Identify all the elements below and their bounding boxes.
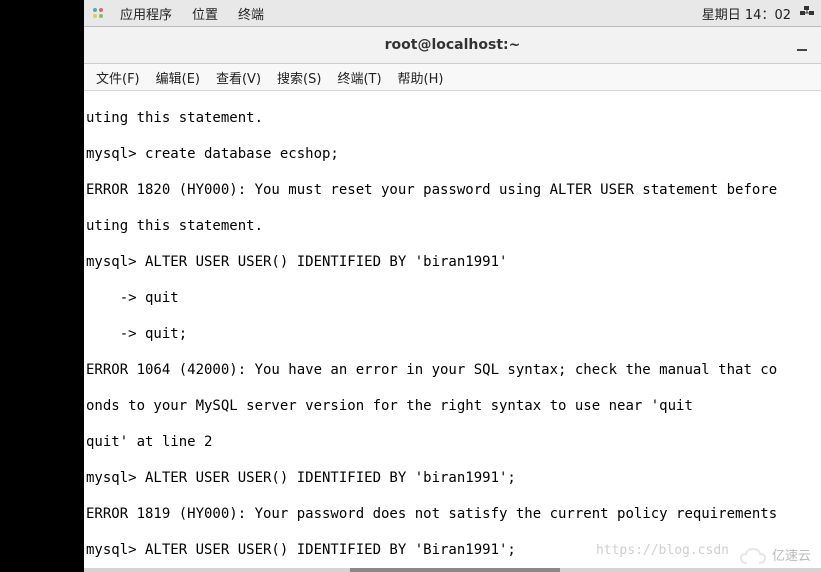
cloud-icon xyxy=(740,548,766,566)
terminal-line: mysql> ALTER USER USER() IDENTIFIED BY '… xyxy=(86,253,819,271)
terminal-line: ERROR 1819 (HY000): Your password does n… xyxy=(86,505,819,523)
menu-view[interactable]: 查看(V) xyxy=(208,68,269,87)
terminal-line: -> quit xyxy=(86,289,819,307)
menu-search[interactable]: 搜索(S) xyxy=(269,68,329,87)
applications-icon xyxy=(90,5,106,21)
terminal-menubar: 文件(F) 编辑(E) 查看(V) 搜索(S) 终端(T) 帮助(H) xyxy=(84,64,821,91)
window-title: root@localhost:~ xyxy=(385,37,521,53)
watermark-url: https://blog.csdn xyxy=(596,542,729,560)
top-panel: 应用程序 位置 终端 星期日 14：02 xyxy=(84,0,821,27)
window-titlebar[interactable]: root@localhost:~ xyxy=(84,27,821,64)
watermark-logo: 亿速云 xyxy=(740,548,811,566)
terminal-output[interactable]: uting this statement. mysql> create data… xyxy=(84,91,821,572)
terminal-line: onds to your MySQL server version for th… xyxy=(86,397,819,415)
terminal-line: uting this statement. xyxy=(86,217,819,235)
menu-terminal-tab[interactable]: 终端(T) xyxy=(329,68,389,87)
terminal-line: -> quit; xyxy=(86,325,819,343)
menu-places[interactable]: 位置 xyxy=(182,4,228,23)
terminal-line: quit' at line 2 xyxy=(86,433,819,451)
terminal-line: uting this statement. xyxy=(86,109,819,127)
terminal-line: mysql> ALTER USER USER() IDENTIFIED BY '… xyxy=(86,469,819,487)
terminal-line: mysql> create database ecshop; xyxy=(86,145,819,163)
menu-applications[interactable]: 应用程序 xyxy=(110,4,182,23)
terminal-line: ERROR 1820 (HY000): You must reset your … xyxy=(86,181,819,199)
scrollbar-horizontal[interactable] xyxy=(84,568,821,572)
clock[interactable]: 星期日 14：02 xyxy=(702,4,791,23)
menu-help[interactable]: 帮助(H) xyxy=(390,68,452,87)
watermark-brand: 亿速云 xyxy=(772,548,811,566)
menu-terminal[interactable]: 终端 xyxy=(228,4,274,23)
menu-edit[interactable]: 编辑(E) xyxy=(148,68,208,87)
minimize-button[interactable] xyxy=(795,39,809,53)
terminal-line: ERROR 1064 (42000): You have an error in… xyxy=(86,361,819,379)
menu-file[interactable]: 文件(F) xyxy=(88,68,148,87)
network-icon[interactable] xyxy=(799,5,815,21)
